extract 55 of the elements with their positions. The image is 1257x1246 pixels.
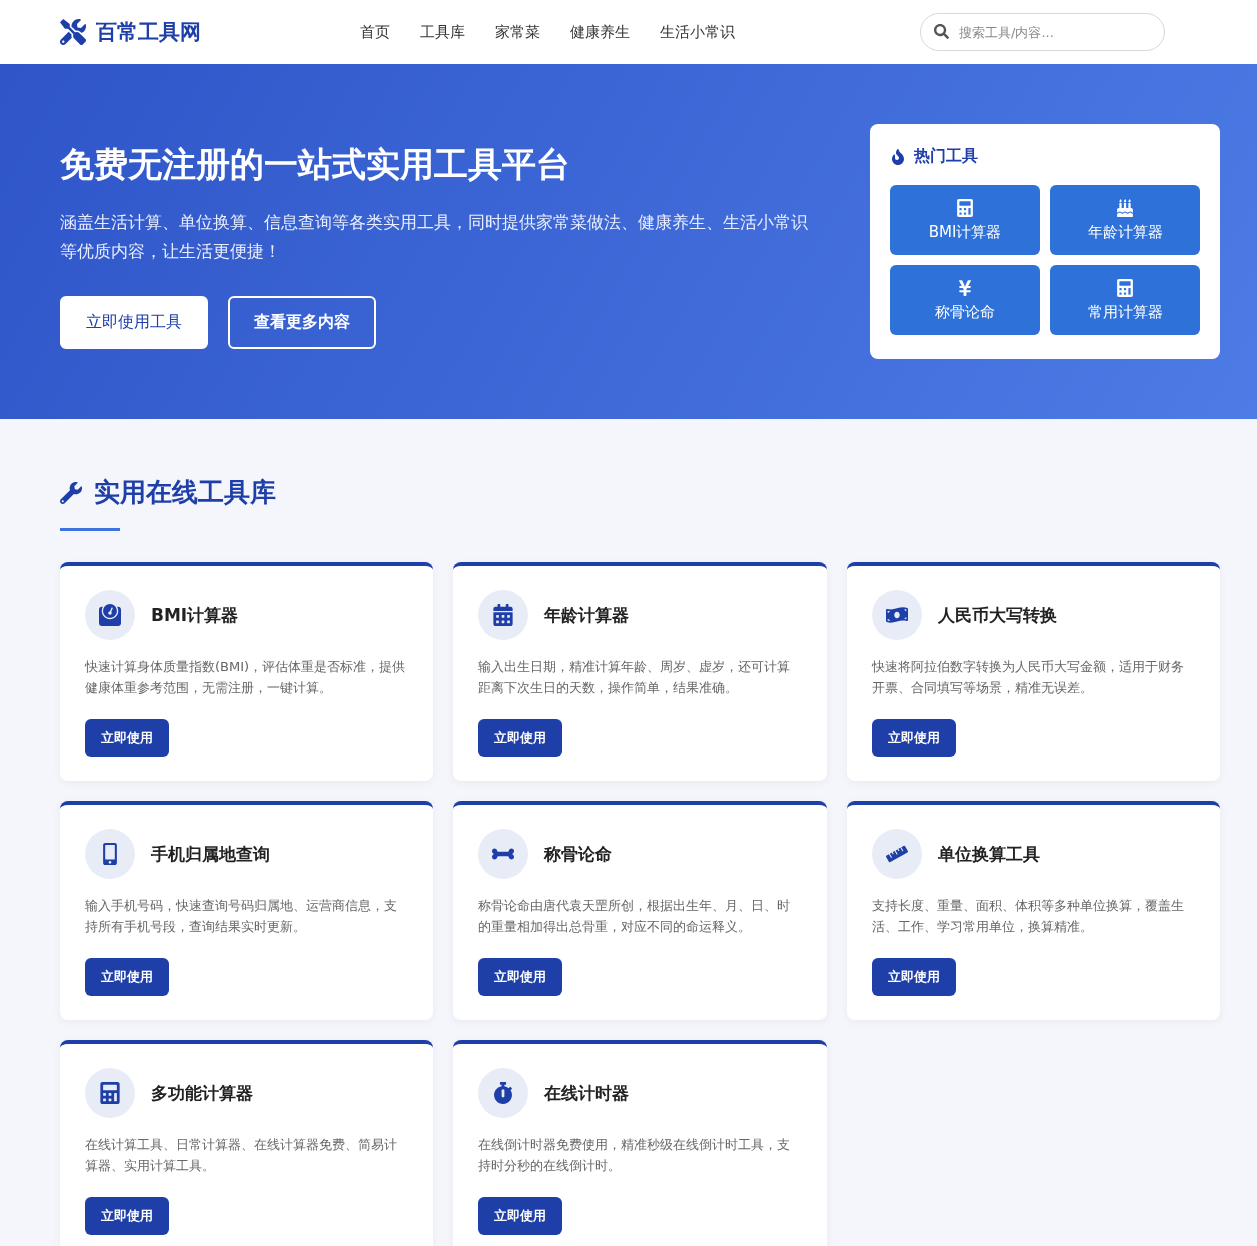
search-icon (934, 24, 949, 39)
card-description: 输入出生日期，精准计算年龄、周岁、虚岁，还可计算距离下次生日的天数，操作简单，结果准确。 (478, 658, 792, 697)
card-description: 快速计算身体质量指数(BMI)，评估体重是否标准，提供健康体重参考范围，无需注册，一键计算。 (85, 658, 407, 697)
hot-tool-button[interactable]: 称骨论命 (890, 265, 1040, 335)
card-title: BMI计算器 (151, 603, 239, 627)
use-button[interactable]: 立即使用 (478, 958, 563, 996)
nav-link[interactable]: 家常菜 (495, 22, 540, 42)
card-description: 称骨论命由唐代袁天罡所创，根据出生年、月、日、时的重量相加得出总骨重，对应不同的命运释义。 (478, 897, 792, 936)
cake-icon (1116, 198, 1134, 217)
calendar-icon (492, 604, 515, 626)
tools-icon (60, 19, 86, 45)
nav-link[interactable]: 生活小常识 (660, 22, 735, 42)
site-logo[interactable]: 百常工具网 (96, 18, 201, 46)
section-title: 实用在线工具库 (94, 476, 276, 509)
card-description: 输入手机号码，快速查询号码归属地、运营商信息，支持所有手机号段，查询结果实时更新。 (85, 897, 398, 936)
yen-icon (956, 278, 974, 297)
card-title: 多功能计算器 (151, 1081, 253, 1105)
card-description: 在线倒计时器免费使用，精准秒级在线倒计时工具，支持时分秒的在线倒计时。 (478, 1136, 792, 1175)
use-button[interactable]: 立即使用 (478, 1197, 563, 1235)
use-button[interactable]: 立即使用 (85, 958, 169, 996)
hero-subtitle: 涵盖生活计算、单位换算、信息查询等各类实用工具，同时提供家常菜做法、健康养生、生活小常识等优质内容，让生活更便捷！ (60, 211, 809, 263)
flame-icon (890, 148, 906, 165)
card-title: 称骨论命 (544, 842, 613, 866)
card-description: 在线计算工具、日常计算器、在线计算器免费、简易计算器、实用计算工具。 (85, 1136, 398, 1175)
card-title: 年龄计算器 (544, 603, 630, 627)
card-title: 在线计时器 (544, 1081, 630, 1105)
use-button[interactable]: 立即使用 (85, 719, 169, 757)
scale-icon (99, 604, 121, 626)
use-button[interactable]: 立即使用 (871, 958, 956, 996)
calculator-icon (956, 198, 974, 217)
hero-button[interactable]: 立即使用工具 (60, 296, 208, 349)
nav-link[interactable]: 健康养生 (570, 22, 630, 42)
calculator-icon (99, 1082, 121, 1104)
card-title: 单位换算工具 (937, 842, 1040, 866)
calculator-icon (1116, 278, 1134, 297)
card-title: 手机归属地查询 (151, 842, 270, 866)
hot-tool-button[interactable]: 常用计算器 (1050, 265, 1200, 335)
use-button[interactable]: 立即使用 (478, 719, 563, 757)
ruler-icon (885, 843, 908, 865)
wrench-icon (60, 481, 82, 504)
hot-tools-title: 热门工具 (914, 146, 978, 167)
use-button[interactable]: 立即使用 (85, 1197, 169, 1235)
nav-link[interactable]: 首页 (360, 22, 390, 42)
hot-tool-button[interactable]: BMI计算器 (890, 185, 1040, 255)
stopwatch-icon (492, 1082, 515, 1104)
use-button[interactable]: 立即使用 (871, 719, 956, 757)
hero-title: 免费无注册的一站式实用工具平台 (60, 143, 571, 186)
nav-link[interactable]: 工具库 (420, 22, 465, 42)
hero-button[interactable]: 查看更多内容 (228, 296, 376, 349)
card-title: 人民币大写转换 (937, 603, 1057, 627)
card-description: 支持长度、重量、面积、体积等多种单位换算，覆盖生活、工作、学习常用单位，换算精准。 (871, 897, 1185, 936)
search-field[interactable]: 搜索工具/内容... (920, 13, 1165, 51)
banknote-icon (885, 604, 908, 626)
card-description: 快速将阿拉伯数字转换为人民币大写金额，适用于财务开票、合同填写等场景，精准无误差。 (871, 658, 1185, 697)
hot-tool-button[interactable]: 年龄计算器 (1050, 185, 1200, 255)
